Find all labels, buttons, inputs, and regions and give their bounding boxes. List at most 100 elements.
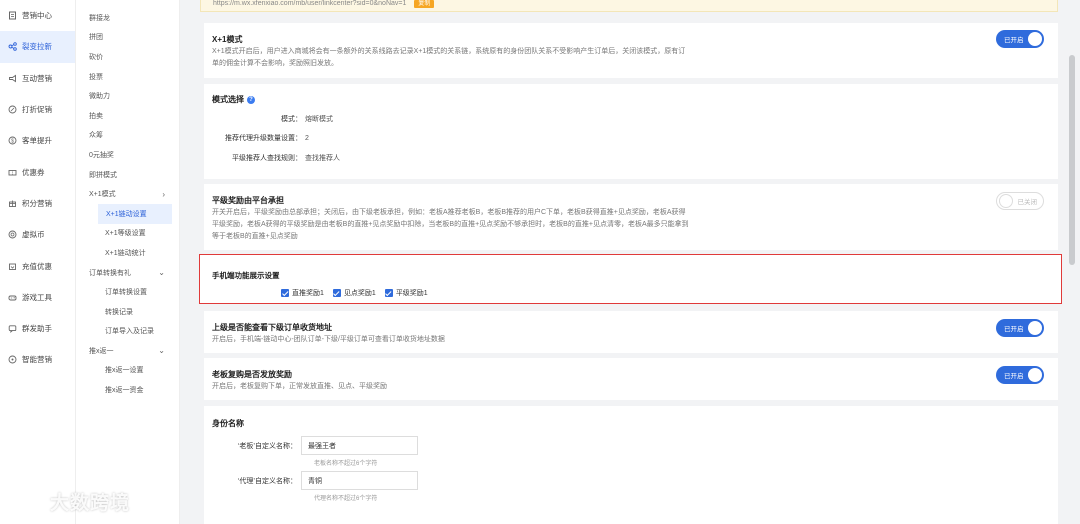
subnav-group[interactable]: X+1模式 › bbox=[76, 184, 179, 204]
subnav-label: X+1等级设置 bbox=[105, 230, 146, 238]
subnav-label: 拼团 bbox=[89, 34, 103, 42]
flat-reward-title: 平级奖励由平台承担 bbox=[212, 196, 284, 205]
order-address-toggle[interactable]: 已开启 bbox=[996, 319, 1044, 337]
subnav-item[interactable]: X+1链动设置 bbox=[98, 203, 172, 224]
subnav-label: 推x返一 bbox=[89, 347, 114, 355]
upgrade-count-value: 2 bbox=[305, 134, 309, 142]
checkbox-checked-icon[interactable] bbox=[384, 289, 393, 297]
sidebar-item[interactable]: 积分营销 bbox=[0, 188, 75, 219]
sidebar-item[interactable]: 裂变拉新 bbox=[0, 31, 75, 63]
sidebar-item[interactable]: 游戏工具 bbox=[0, 282, 75, 313]
boss-name-label: ‘老板’自定义名称： bbox=[237, 442, 297, 450]
sidebar-item[interactable]: 虚拟币 bbox=[0, 219, 75, 250]
agent-name-input[interactable] bbox=[301, 471, 418, 490]
boss-name-hint: 老板名称不超过6个字符 bbox=[314, 461, 378, 467]
subnav-item[interactable]: 订单转换设置 bbox=[76, 282, 179, 302]
x1-mode-title: X+1模式 bbox=[212, 35, 243, 44]
mode-value: 熔断模式 bbox=[305, 115, 333, 123]
watermark-icon bbox=[7, 491, 45, 512]
upgrade-count-row: 推荐代理升级数量设置： 2 bbox=[212, 129, 1050, 149]
order-address-description: 开启后，手机端-链动中心-团队订单-下级/平级订单可查看订单收货地址数据 bbox=[212, 336, 445, 343]
subnav-item[interactable]: 即拼模式 bbox=[76, 165, 179, 185]
page-scrollbar[interactable] bbox=[1062, 0, 1080, 524]
checkbox-label: 直推奖励1 bbox=[292, 290, 324, 297]
boss-name-input[interactable] bbox=[301, 436, 418, 455]
checkbox-checked-icon[interactable] bbox=[281, 289, 289, 297]
sidebar-item[interactable]: 营销中心 bbox=[0, 0, 75, 31]
subnav-label: 推x返一资金 bbox=[105, 387, 144, 395]
subnav-label: X+1链动设置 bbox=[106, 210, 147, 218]
subnav-label: 微助力 bbox=[89, 93, 110, 101]
checkbox-checked-icon[interactable] bbox=[332, 289, 341, 297]
chevron-icon[interactable]: ⌄ bbox=[158, 346, 165, 355]
sidebar-item[interactable]: 智能营销 bbox=[0, 344, 75, 375]
subnav-item[interactable]: 转换记录 bbox=[76, 302, 179, 322]
upgrade-count-label: 推荐代理升级数量设置： bbox=[225, 135, 302, 143]
direct-reward-checkbox[interactable]: 直推奖励1 bbox=[281, 288, 324, 298]
subnav-item[interactable]: 推x返一资金 bbox=[76, 380, 179, 400]
chevron-icon[interactable]: › bbox=[162, 190, 165, 199]
help-icon[interactable]: ? bbox=[247, 95, 255, 104]
sidebar-item[interactable]: 充值优惠 bbox=[0, 250, 75, 281]
sidebar-item[interactable]: 优惠券 bbox=[0, 156, 75, 187]
discount-icon bbox=[8, 105, 17, 114]
link-url[interactable]: https://m.wx.xfenxiao.com/mb/user/linkce… bbox=[213, 0, 406, 7]
mobile-display-title: 手机端功能展示设置 bbox=[212, 271, 280, 280]
subnav-item[interactable]: 订单导入及记录 bbox=[76, 322, 179, 342]
subnav-item[interactable]: 微助力 bbox=[76, 86, 179, 106]
subnav-item[interactable]: X+1等级设置 bbox=[76, 224, 179, 244]
sidebar-item-label: 客单提升 bbox=[22, 136, 52, 146]
sidebar-item[interactable]: $ 客单提升 bbox=[0, 125, 75, 156]
subnav-item[interactable]: 拼团 bbox=[76, 28, 179, 48]
sidebar-item[interactable]: 打折促销 bbox=[0, 94, 75, 125]
referrer-rule-row: 平级推荐人查找规则： 查找推荐人 bbox=[212, 148, 1050, 168]
sidebar-item-label: 打折促销 bbox=[22, 105, 52, 115]
identity-name-card: 身份名称 ‘老板’自定义名称： 老板名称不超过6个字符 ‘代理’自定义名称： 代… bbox=[204, 406, 1058, 524]
subnav-item[interactable]: 拍卖 bbox=[76, 106, 179, 126]
toggle-knob bbox=[1028, 368, 1042, 382]
repurchase-card: 老板复购是否发放奖励 开启后，老板复购下单，正常发放直推、见点、平级奖励 已开启 bbox=[204, 358, 1058, 400]
chevron-icon[interactable]: ⌄ bbox=[158, 268, 165, 277]
subnav-item[interactable]: 砍价 bbox=[76, 47, 179, 67]
subnav-item[interactable]: 0元抽奖 bbox=[76, 145, 179, 165]
boss-name-field: ‘老板’自定义名称： bbox=[212, 436, 1050, 455]
x1-mode-description: X+1模式开启后，用户进入商城将会有一条额外的关系线路去记录X+1模式的关系链，… bbox=[212, 48, 686, 67]
agent-name-hint: 代理名称不超过6个字符 bbox=[314, 496, 378, 502]
megaphone-icon bbox=[8, 74, 17, 83]
scrollbar-thumb[interactable] bbox=[1069, 55, 1075, 265]
flat-reward-checkbox[interactable]: 平级奖励1 bbox=[384, 288, 428, 298]
subnav-label: 推x返一设置 bbox=[105, 367, 144, 375]
subnav-label: 订单转换有礼 bbox=[89, 269, 131, 277]
flat-reward-toggle[interactable]: 已关闭 bbox=[996, 192, 1044, 210]
point-reward-checkbox[interactable]: 见点奖励1 bbox=[332, 288, 376, 298]
x1-mode-toggle[interactable]: 已开启 bbox=[996, 30, 1044, 48]
subnav-label: 即拼模式 bbox=[89, 171, 117, 179]
subnav-label: 订单转换设置 bbox=[105, 289, 147, 297]
copy-button[interactable]: 复制 bbox=[414, 0, 435, 8]
sidebar-item[interactable]: 群发助手 bbox=[0, 313, 75, 344]
mobile-display-settings: 手机端功能展示设置 直推奖励1 见点奖励1 平级奖励1 bbox=[199, 254, 1062, 304]
order-address-title: 上级是否能查看下级订单收货地址 bbox=[212, 323, 332, 332]
subnav-item[interactable]: 众筹 bbox=[76, 126, 179, 146]
smart-icon bbox=[8, 355, 17, 364]
subnav-group[interactable]: 推x返一 ⌄ bbox=[76, 341, 179, 361]
checkbox-label: 见点奖励1 bbox=[343, 290, 376, 297]
sidebar-item-label: 群发助手 bbox=[22, 324, 52, 334]
sidebar-item-label: 积分营销 bbox=[22, 198, 52, 208]
subnav-item[interactable]: 投票 bbox=[76, 67, 179, 87]
subnav-label: 砍价 bbox=[89, 53, 103, 61]
subnav-group[interactable]: 订单转换有礼 ⌄ bbox=[76, 263, 179, 283]
subnav-item[interactable]: X+1链动统计 bbox=[76, 243, 179, 263]
subnav-label: X+1模式 bbox=[89, 191, 116, 199]
sidebar-item-label: 虚拟币 bbox=[22, 230, 45, 240]
flat-reward-description: 开关开启后，平级奖励由总部承担；关闭后，由下级老板承担，例如：老板A推荐老板B，… bbox=[212, 209, 689, 240]
sidebar-item[interactable]: 互动营销 bbox=[0, 63, 75, 94]
subnav-item[interactable]: 群接龙 bbox=[76, 8, 179, 28]
flat-reward-card: 平级奖励由平台承担 开关开启后，平级奖励由总部承担；关闭后，由下级老板承担，例如… bbox=[204, 184, 1058, 250]
points-icon bbox=[8, 199, 17, 208]
secondary-sidebar: 群接龙拼团砍价投票微助力拍卖 众筹 0元抽奖即拼模式 X+1模式 › X+1链动设置 X+1… bbox=[76, 0, 180, 524]
subnav-item[interactable]: 推x返一设置 bbox=[76, 361, 179, 381]
repurchase-toggle[interactable]: 已开启 bbox=[996, 366, 1044, 384]
recharge-icon bbox=[8, 262, 17, 271]
toggle-label: 已关闭 bbox=[1017, 199, 1038, 206]
